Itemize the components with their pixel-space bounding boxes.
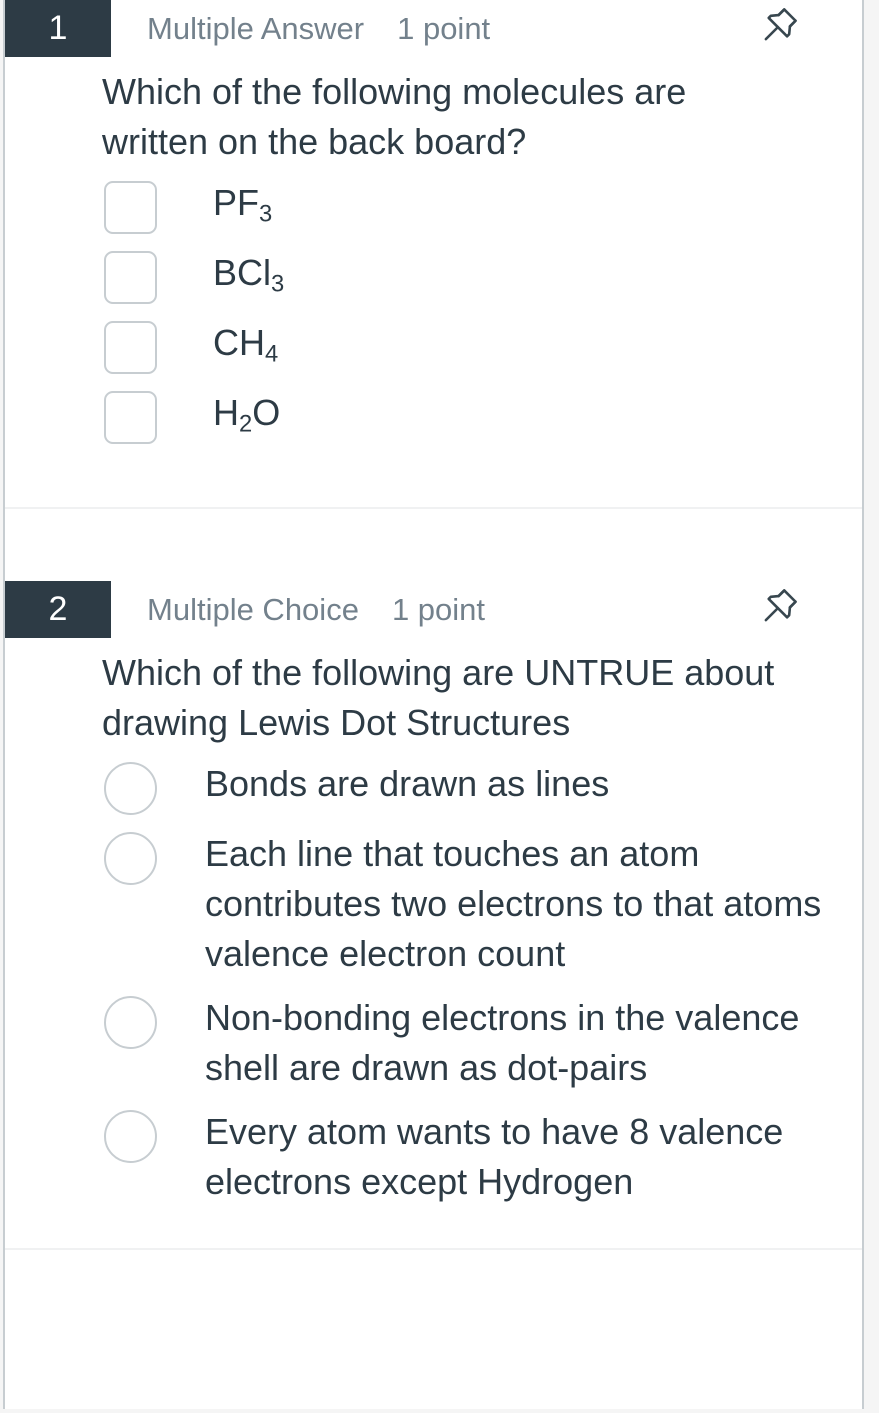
question-text-2: Which of the following are UNTRUE about … [102,652,775,743]
question-type-label-1: Multiple Answer [147,10,365,46]
quiz-page: 1 Multiple Answer 1 point Which of the f… [0,0,879,1413]
pushpin-icon[interactable] [756,4,804,52]
answer-option-label-1-3: CH4 [213,322,279,368]
radio-input-2-4[interactable] [104,1110,157,1163]
pushpin-icon[interactable] [756,585,804,633]
answer-option-label-1-2: BCl3 [213,252,285,298]
question-body-2: Which of the following are UNTRUE about … [5,638,862,1214]
answer-option-1-3[interactable]: CH4 [5,311,862,381]
question-text-1: Which of the following molecules are wri… [102,71,687,162]
question-number-badge-2: 2 [5,581,111,638]
answer-options-list-1: PF3 BCl3 CH4 H2O [5,171,862,451]
radio-input-2-3[interactable] [104,996,157,1049]
question-number-badge-1: 1 [5,0,111,57]
question-points-label-1: 1 point [397,10,491,46]
question-type-label-2: Multiple Choice [147,591,359,627]
checkbox-input-1-1[interactable] [104,181,157,234]
answer-option-2-2[interactable]: Each line that touches an atom contribut… [5,822,862,986]
answer-option-2-4[interactable]: Every atom wants to have 8 valence elect… [5,1100,862,1214]
answer-option-label-2-1: Bonds are drawn as lines [205,763,610,804]
checkbox-input-1-4[interactable] [104,391,157,444]
question-meta-1: Multiple Answer 1 point [147,0,490,57]
answer-option-1-4[interactable]: H2O [5,381,862,451]
answer-option-label-2-2: Each line that touches an atom contribut… [205,833,822,974]
answer-option-2-1[interactable]: Bonds are drawn as lines [5,752,862,822]
question-header-2: 2 Multiple Choice 1 point [5,581,862,638]
question-block-2: 2 Multiple Choice 1 point Which of the f… [5,509,862,1248]
answer-option-1-2[interactable]: BCl3 [5,241,862,311]
answer-option-label-1-4: H2O [213,392,281,438]
answer-option-label-2-4: Every atom wants to have 8 valence elect… [205,1111,784,1202]
question-meta-2: Multiple Choice 1 point [147,581,485,638]
question-2-bottom-spacer [5,1214,862,1248]
question-block-1: 1 Multiple Answer 1 point Which of the f… [5,0,862,507]
question-divider-2 [5,1248,862,1274]
question-body-1: Which of the following molecules are wri… [5,57,862,451]
checkbox-input-1-3[interactable] [104,321,157,374]
answer-option-2-3[interactable]: Non-bonding electrons in the valence she… [5,986,862,1100]
question-header-1: 1 Multiple Answer 1 point [5,0,862,57]
question-1-bottom-spacer [5,451,862,507]
answer-option-1-1[interactable]: PF3 [5,171,862,241]
radio-input-2-1[interactable] [104,762,157,815]
answer-options-list-2: Bonds are drawn as lines Each line that … [5,752,862,1214]
quiz-questions-container: 1 Multiple Answer 1 point Which of the f… [3,0,864,1409]
checkbox-input-1-2[interactable] [104,251,157,304]
answer-option-label-2-3: Non-bonding electrons in the valence she… [205,997,800,1088]
answer-option-label-1-1: PF3 [213,182,273,228]
radio-input-2-2[interactable] [104,832,157,885]
question-points-label-2: 1 point [391,591,486,627]
